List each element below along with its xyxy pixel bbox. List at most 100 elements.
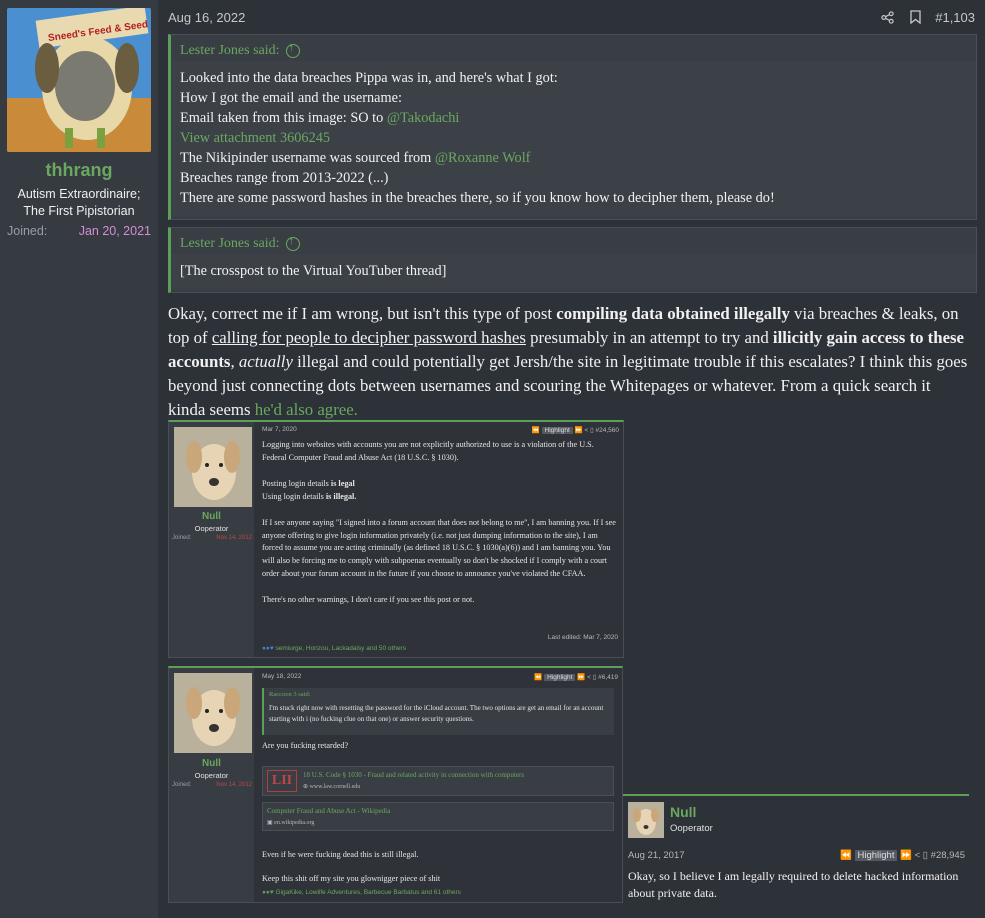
quote-body: Looked into the data breaches Pippa was … xyxy=(171,61,976,217)
post-date[interactable]: Aug 16, 2022 xyxy=(168,10,245,25)
embedded-link-preview: LII 18 U.S. Code § 1030 - Fraud and rela… xyxy=(262,766,614,796)
post-message: Aug 16, 2022 #1,103 Lester Jones said: L… xyxy=(158,0,985,918)
embedded-user-role: Ooperator xyxy=(670,823,713,834)
embedded-paragraph: There's no other warnings, I don't care … xyxy=(262,595,475,605)
body-text: , xyxy=(230,352,239,371)
user-column: Sneed's Feed & Seed thhrang Autism Extra… xyxy=(0,0,158,918)
quote-line: Email taken from this image: SO to @Tako… xyxy=(180,108,966,128)
quote-line: There are some password hashes in the br… xyxy=(180,190,775,206)
quote-line-text: The Nikipinder username was sourced from xyxy=(180,150,435,166)
body-underline: calling for people to decipher password … xyxy=(211,328,526,347)
user-title-line: Autism Extraordinaire; xyxy=(17,187,141,201)
embedded-reactions: ●●♥ semiurge, Honzou, Lackadaisy and 50 … xyxy=(262,645,406,652)
user-avatar[interactable]: Sneed's Feed & Seed xyxy=(7,8,151,152)
embedded-user-role: Ooperator xyxy=(194,771,229,780)
body-text: presumably in an attempt to try and xyxy=(525,328,773,347)
body-text: Okay, correct me if I am wrong, but isn'… xyxy=(168,304,557,323)
post-header: Aug 16, 2022 #1,103 xyxy=(168,8,975,26)
quote-line: [The crosspost to the Virtual YouTuber t… xyxy=(180,263,447,279)
bookmark-icon[interactable] xyxy=(907,9,923,25)
reaction-icons: ●●♥ xyxy=(262,645,276,652)
embedded-paragraph: Posting login details is legal xyxy=(262,478,617,491)
embedded-user-column: Null Ooperator Joined: Nov 14, 2012 xyxy=(169,422,254,657)
rewind-icon: ⏪ xyxy=(531,427,542,434)
embedded-highlight-button: Highlight xyxy=(854,850,898,861)
embedded-link-title: Computer Fraud and Abuse Act - Wikipedia xyxy=(267,807,391,815)
quote-header[interactable]: Lester Jones said: xyxy=(171,228,976,254)
quote-line-text: Email taken from this image: SO to xyxy=(180,110,387,126)
embedded-post-number: #24,560 xyxy=(595,427,620,434)
embedded-username: Null xyxy=(202,511,221,522)
jump-to-quote-icon[interactable] xyxy=(285,235,300,251)
quote-author[interactable]: Lester Jones said: xyxy=(180,43,280,59)
embedded-avatar xyxy=(628,802,664,838)
embedded-highlight-button: Highlight xyxy=(544,674,576,681)
embedded-text: Posting login details xyxy=(262,478,331,488)
rewind-icon: ⏪ xyxy=(840,850,855,861)
embedded-image-post-2[interactable]: Null Ooperator Joined: Nov 14, 2012 May 1… xyxy=(168,666,623,903)
embedded-post-text: Okay, so I believe I am legally required… xyxy=(628,869,959,900)
quote-body: [The crosspost to the Virtual YouTuber t… xyxy=(171,254,976,290)
joined-date: Jan 20, 2021 xyxy=(78,224,151,238)
embedded-last-edited: Last edited: Mar 7, 2020 xyxy=(547,634,618,641)
mention-link[interactable]: @Roxanne Wolf xyxy=(435,150,531,166)
rewind-icon: ⏪ xyxy=(534,674,545,681)
mention-link[interactable]: @Takodachi xyxy=(387,110,460,126)
forward-icon: ⏩ xyxy=(577,674,586,681)
quote-line: Breaches range from 2013-2022 (...) xyxy=(180,170,389,186)
embedded-user-role: Ooperator xyxy=(194,524,229,533)
embedded-reply: Are you fucking retarded? xyxy=(262,741,349,750)
embedded-highlight-button: Highlight xyxy=(541,427,573,434)
embedded-post-date: Aug 21, 2017 xyxy=(628,850,685,861)
user-title: Autism Extraordinaire; The First Pipisto… xyxy=(0,186,158,220)
username[interactable]: thhrang xyxy=(0,160,158,181)
embedded-reactions-text: semiurge, Honzou, Lackadaisy and 50 othe… xyxy=(275,645,406,652)
embedded-text: Using login details xyxy=(262,491,326,501)
embedded-link-title: 18 U.S. Code § 1030 - Fraud and related … xyxy=(303,771,525,779)
embedded-post-actions: ⏪ Highlight ⏩ < ▯ #6,419 xyxy=(534,674,618,681)
share-icon[interactable] xyxy=(879,9,895,25)
embedded-quote-body: I'm stuck right now with resetting the p… xyxy=(269,704,604,723)
jump-to-quote-icon[interactable] xyxy=(285,42,300,58)
embedded-link-url-text: www.law.cornell.edu xyxy=(309,784,361,790)
attachment-link[interactable]: View attachment 3606245 xyxy=(180,128,966,148)
embedded-post-header: May 18, 2022 ⏪ Highlight ⏩ < ▯ #6,419 xyxy=(262,673,618,681)
embedded-joined-row: Joined: Nov 14, 2012 xyxy=(172,535,252,541)
quote-line: Looked into the data breaches Pippa was … xyxy=(180,70,558,86)
embedded-link-url-text: en.wikipedia.org xyxy=(274,820,315,826)
embedded-link-url: ▣ en.wikipedia.org xyxy=(267,819,314,826)
embedded-link-url: ⊕ www.law.cornell.edu xyxy=(303,783,360,790)
embedded-post-header: Mar 7, 2020 ⏪ Highlight ⏩ < ▯ #24,560 xyxy=(262,426,619,434)
quote-header[interactable]: Lester Jones said: xyxy=(171,35,976,61)
reaction-icons: ●●♥ xyxy=(262,889,276,896)
embedded-post-actions: ⏪ Highlight ⏩ < ▯ #24,560 xyxy=(531,427,620,434)
embedded-post-actions: ⏪ Highlight ⏩ < ▯ #28,945 xyxy=(840,850,965,861)
embedded-joined-label: Joined: xyxy=(172,535,192,541)
embedded-bold: is illegal. xyxy=(325,491,357,501)
embedded-joined-label: Joined: xyxy=(172,782,192,788)
embedded-bold: is legal xyxy=(330,478,355,488)
embedded-post-number: #28,945 xyxy=(930,850,965,861)
embedded-paragraph: Using login details is illegal. xyxy=(262,491,617,504)
embedded-user-column: Null Ooperator Joined: Nov 14, 2012 xyxy=(169,668,254,902)
forward-icon: ⏩ xyxy=(900,850,912,861)
embedded-image-post-3[interactable]: Null Ooperator Aug 21, 2017 ⏪ Highlight … xyxy=(623,794,969,906)
embedded-avatar xyxy=(174,673,252,753)
quote-author[interactable]: Lester Jones said: xyxy=(180,236,280,252)
user-title-line: The First Pipistorian xyxy=(23,204,135,218)
embedded-image-post-1[interactable]: Null Ooperator Joined: Nov 14, 2012 Mar 7… xyxy=(168,420,624,658)
embedded-paragraph: Logging into websites with accounts you … xyxy=(262,440,594,462)
body-italic: actually xyxy=(238,352,293,371)
embedded-joined-date: Nov 14, 2012 xyxy=(216,535,252,541)
embedded-quote: Raccoon 3 said: I'm stuck right now with… xyxy=(262,688,614,735)
embedded-avatar xyxy=(174,427,252,507)
embedded-username: Null xyxy=(202,758,221,769)
joined-row: Joined: Jan 20, 2021 xyxy=(7,224,151,238)
embedded-post-header: Aug 21, 2017 ⏪ Highlight ⏩ < ▯ #28,945 xyxy=(628,850,965,861)
embedded-joined-date: Nov 14, 2012 xyxy=(216,782,252,788)
embedded-joined-row: Joined: Nov 14, 2012 xyxy=(172,782,252,788)
embedded-reply: Keep this shit off my site you glownigge… xyxy=(262,874,441,883)
post-number[interactable]: #1,103 xyxy=(935,10,975,25)
body-link[interactable]: he'd also agree. xyxy=(255,400,358,419)
embedded-link-preview: Computer Fraud and Abuse Act - Wikipedia… xyxy=(262,802,614,831)
